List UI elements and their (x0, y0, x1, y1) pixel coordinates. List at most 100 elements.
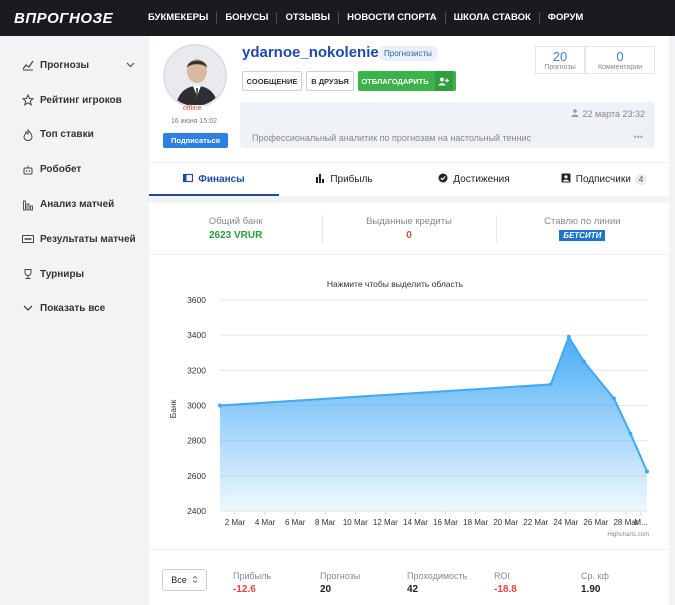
passability-label: Проходимость (407, 571, 468, 581)
chart-point[interactable] (566, 334, 571, 339)
user-edit-icon (571, 109, 583, 119)
chart-point[interactable] (581, 359, 586, 364)
chart-x-tick-label: 6 Mar (285, 518, 306, 527)
chart-x-tick-label: 22 Mar (523, 518, 548, 527)
nav-bookmakers[interactable]: БУКМЕКЕРЫ (140, 12, 216, 24)
nav-betting-school[interactable]: ШКОЛА СТАВОК (444, 12, 539, 24)
roi-label: ROI (494, 571, 511, 581)
add-friend-button[interactable]: В ДРУЗЬЯ (306, 71, 354, 91)
chevron-down-icon[interactable] (126, 60, 135, 71)
chart-y-tick-label: 2800 (187, 436, 206, 446)
chart-title: Нажмите чтобы выделить область (327, 279, 464, 289)
period-select[interactable]: Все (162, 569, 207, 591)
subscribe-button[interactable]: Подписаться (163, 133, 228, 148)
chart-point[interactable] (645, 469, 649, 474)
predictions-stat[interactable]: 20 Прогнозы (535, 46, 585, 74)
sidebar-item-label: Результаты матчей (40, 233, 136, 245)
trend-line-icon (22, 59, 34, 71)
badge-check-icon (438, 173, 448, 186)
profile-card: offline 16 июня 15:02 Подписаться ydarno… (149, 36, 669, 196)
sort-arrows-icon (192, 575, 198, 586)
tab-subscribers[interactable]: Подписчики 4 (539, 163, 669, 196)
subscribers-icon (561, 173, 571, 186)
tab-achievements[interactable]: Достижения (409, 163, 539, 196)
message-button[interactable]: СООБЩЕНИЕ (242, 71, 302, 91)
predictions-count-stat: Прогнозы 20 (320, 571, 360, 595)
main-menu: БУКМЕКЕРЫ БОНУСЫ ОТЗЫВЫ НОВОСТИ СПОРТА Ш… (140, 0, 591, 36)
issued-credits-value: 0 (406, 230, 412, 241)
trophy-icon (22, 268, 34, 280)
issued-credits-label: Выданные кредиты (366, 216, 452, 227)
thank-button-label: ОТБЛАГОДАРИТЬ (361, 76, 429, 86)
chart-point[interactable] (628, 431, 633, 436)
top-nav: ВПРОГНОЗЕ БУКМЕКЕРЫ БОНУСЫ ОТЗЫВЫ НОВОСТ… (0, 0, 675, 36)
sidebar-item-match-analysis[interactable]: Анализ матчей (0, 187, 149, 222)
chart-x-tick-label: M... (634, 518, 647, 527)
tab-finances[interactable]: Финансы (149, 163, 279, 196)
tab-profit[interactable]: Прибыль (279, 163, 409, 196)
role-badge[interactable]: Прогнозисты (378, 46, 438, 61)
sidebar-item-players-rating[interactable]: Рейтинг игроков (0, 83, 149, 118)
bookmaker-logo[interactable]: БЕТСИТИ (559, 230, 606, 241)
period-value: Все (171, 575, 187, 585)
chart-x-tick-label: 4 Mar (255, 518, 276, 527)
bar-chart-icon (22, 199, 34, 211)
finance-card: Общий банк 2623 VRUR Выданные кредиты 0 … (149, 203, 669, 605)
sidebar-item-show-all[interactable]: Показать все (0, 292, 149, 327)
chart-y-tick-label: 2400 (187, 506, 206, 516)
chart-point[interactable] (548, 382, 553, 387)
sidebar-item-top-bets[interactable]: Топ ставки (0, 118, 149, 153)
comments-label: Комментарии (597, 64, 643, 71)
roi-value: -18.8 (494, 584, 517, 595)
profit-stat: Прибыль -12.6 (233, 571, 271, 595)
tab-label: Финансы (198, 174, 245, 185)
chart-point[interactable] (611, 396, 616, 401)
chart-y-tick-label: 3600 (187, 295, 206, 305)
nav-forum[interactable]: ФОРУМ (538, 12, 592, 24)
sidebar-item-predictions[interactable]: Прогнозы (0, 48, 149, 83)
sidebar-item-match-results[interactable]: Результаты матчей (0, 222, 149, 257)
chart-y-tick-label: 2600 (187, 471, 206, 481)
tab-label: Подписчики (575, 174, 631, 185)
predictions-label: Прогнозы (544, 64, 576, 71)
footer-stats: Все Прибыль -12.6 Прогнозы 20 Проходимос… (149, 549, 669, 605)
chart-x-tick-label: 2 Mar (225, 518, 246, 527)
star-icon (22, 94, 34, 107)
sidebar-item-robobet[interactable]: Робобет (0, 152, 149, 187)
issued-credits: Выданные кредиты 0 (322, 203, 495, 254)
predictions-count-value: 20 (320, 584, 332, 595)
betting-line-label: Ставлю по линии (544, 216, 621, 227)
sidebar-item-tournaments[interactable]: Турниры (0, 257, 149, 292)
chart-x-tick-label: 26 Mar (583, 518, 608, 527)
add-user-icon (434, 71, 453, 91)
nav-reviews[interactable]: ОТЗЫВЫ (276, 12, 338, 24)
subscribers-count-badge: 4 (634, 174, 648, 185)
avatar[interactable] (163, 44, 227, 108)
chart-x-tick-label: 20 Mar (493, 518, 518, 527)
more-options-icon[interactable]: ••• (634, 132, 643, 142)
nav-bonuses[interactable]: БОНУСЫ (216, 12, 276, 24)
chart-credits[interactable]: Highcharts.com (607, 532, 649, 538)
chart-point[interactable] (218, 403, 222, 408)
username[interactable]: ydarnoe_nokolenie (242, 44, 379, 61)
chart-y-tick-label: 3200 (187, 365, 206, 375)
site-logo[interactable]: ВПРОГНОЗЕ (14, 10, 140, 27)
predictions-count: 20 (552, 49, 568, 64)
profile-tabs: Финансы Прибыль Достижения Подписчики 4 (149, 162, 669, 196)
bank-chart[interactable]: 2400 2600 2800 3000 3200 3400 3600 2 Mar 4 Mar 6 … (149, 255, 669, 549)
chart-y-axis-label: Банк (168, 399, 178, 418)
nav-sports-news[interactable]: НОВОСТИ СПОРТА (338, 12, 445, 24)
chevron-down-icon (22, 303, 34, 315)
sidebar-item-label: Рейтинг игроков (40, 94, 122, 106)
bio-date: 22 марта 23:32 (571, 109, 645, 119)
sidebar-item-label: Анализ матчей (40, 199, 115, 211)
chart-x-tick-label: 14 Mar (403, 518, 428, 527)
bio-text: Профессиональный аналитик по прогнозам н… (252, 133, 532, 143)
user-silhouette-icon (165, 46, 225, 106)
total-bank: Общий банк 2623 VRUR (149, 203, 322, 254)
thank-button[interactable]: ОТБЛАГОДАРИТЬ (358, 71, 456, 91)
sidebar-item-label: Турниры (40, 268, 85, 280)
sidebar-item-label: Прогнозы (40, 59, 90, 71)
comments-stat[interactable]: 0 Комментарии (585, 46, 655, 74)
live-icon (22, 233, 34, 245)
